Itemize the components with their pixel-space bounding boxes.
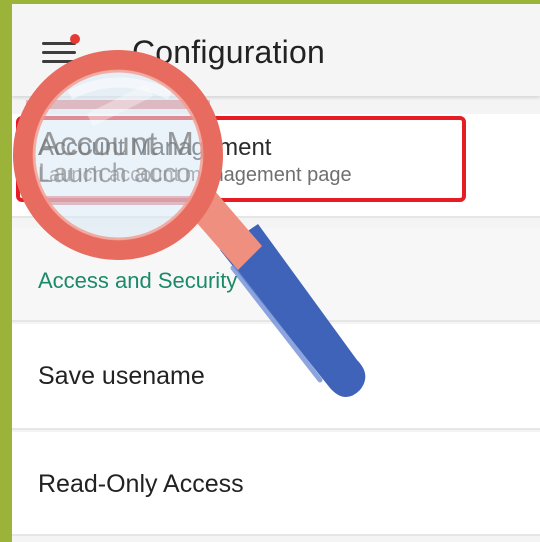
hamburger-menu-icon[interactable] <box>42 34 80 66</box>
account-management-item[interactable]: Account Management Launch account manage… <box>12 114 540 218</box>
access-security-section: Access and Security <box>12 228 540 322</box>
settings-screen: Configuration Account Management Launch … <box>12 4 540 542</box>
read-only-access-item[interactable]: Read-Only Access <box>12 432 540 536</box>
account-management-subtitle: Launch account management page <box>38 164 352 186</box>
menu-bar-bottom <box>42 60 76 63</box>
notification-dot-icon <box>70 34 80 44</box>
page-title: Configuration <box>132 34 325 70</box>
save-username-item[interactable]: Save usename <box>12 324 540 430</box>
menu-bar-middle <box>42 51 76 54</box>
read-only-access-label: Read-Only Access <box>38 470 244 498</box>
account-management-title: Account Management <box>38 134 272 161</box>
app-bar: Configuration <box>12 4 540 96</box>
save-username-label: Save usename <box>38 362 205 390</box>
section-header-access-security: Access and Security <box>38 268 238 293</box>
